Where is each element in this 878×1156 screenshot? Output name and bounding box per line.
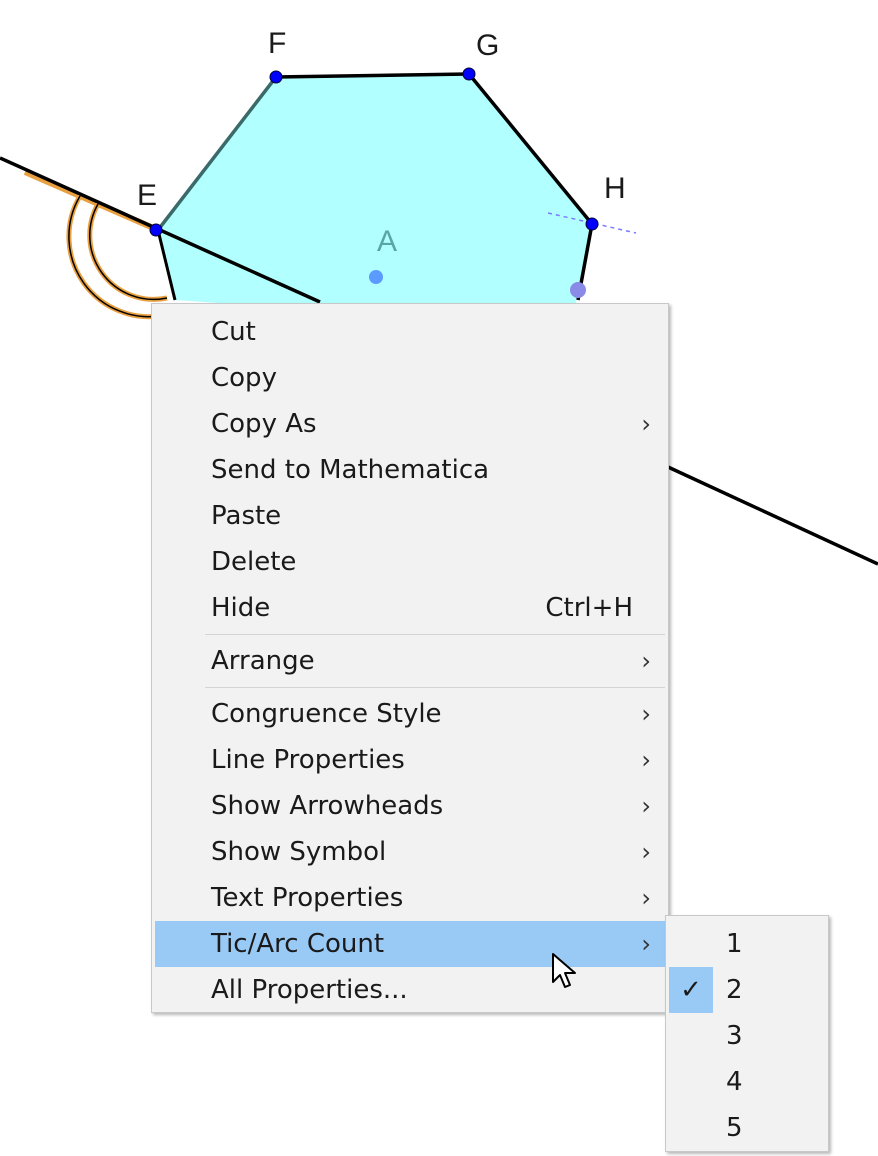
menu-item-label: Delete bbox=[211, 547, 297, 577]
label-e: E bbox=[137, 179, 157, 212]
menu-item-arrange[interactable]: Arrange › bbox=[155, 638, 665, 684]
vertex-partial[interactable] bbox=[570, 282, 586, 298]
menu-item-show-arrowheads[interactable]: Show Arrowheads › bbox=[155, 783, 665, 829]
menu-item-label: Tic/Arc Count bbox=[211, 929, 385, 959]
vertex-f[interactable] bbox=[269, 70, 283, 84]
tic-arc-count-submenu: 1 ✓ 2 3 4 5 bbox=[665, 915, 829, 1152]
geometry-workspace[interactable]: F G H E A Cut Copy Copy As › Send to Mat… bbox=[0, 0, 878, 1156]
menu-item-label: Line Properties bbox=[211, 745, 405, 775]
submenu-item-label: 4 bbox=[726, 1067, 743, 1097]
chevron-right-icon: › bbox=[641, 700, 651, 728]
checkmark-icon: ✓ bbox=[669, 967, 713, 1013]
chevron-right-icon: › bbox=[641, 410, 651, 438]
vertex-g[interactable] bbox=[462, 67, 476, 81]
submenu-item-label: 1 bbox=[726, 929, 743, 959]
context-menu: Cut Copy Copy As › Send to Mathematica P… bbox=[151, 303, 669, 1013]
chevron-right-icon: › bbox=[641, 930, 651, 958]
label-g: G bbox=[476, 29, 499, 62]
chevron-right-icon: › bbox=[641, 838, 651, 866]
menu-item-label: Send to Mathematica bbox=[211, 455, 490, 485]
center-point-a[interactable] bbox=[369, 270, 383, 284]
menu-item-label: All Properties... bbox=[211, 975, 408, 1005]
menu-item-paste[interactable]: Paste bbox=[155, 493, 665, 539]
menu-item-congruence-style[interactable]: Congruence Style › bbox=[155, 691, 665, 737]
menu-item-show-symbol[interactable]: Show Symbol › bbox=[155, 829, 665, 875]
chevron-right-icon: › bbox=[641, 884, 651, 912]
menu-separator bbox=[205, 634, 665, 635]
menu-item-label: Text Properties bbox=[211, 883, 404, 913]
submenu-item-label: 5 bbox=[726, 1113, 743, 1143]
line-through-e-continued[interactable] bbox=[667, 465, 878, 566]
vertex-e[interactable] bbox=[149, 223, 163, 237]
menu-item-shortcut: Ctrl+H bbox=[545, 593, 633, 623]
menu-item-label: Copy As bbox=[211, 409, 317, 439]
menu-item-label: Arrange bbox=[211, 646, 315, 676]
chevron-right-icon: › bbox=[641, 647, 651, 675]
menu-item-copy[interactable]: Copy bbox=[155, 355, 665, 401]
label-a: A bbox=[377, 225, 397, 258]
submenu-item-3[interactable]: 3 bbox=[669, 1013, 825, 1059]
menu-item-hide[interactable]: Hide Ctrl+H bbox=[155, 585, 665, 631]
menu-item-all-properties[interactable]: All Properties... bbox=[155, 967, 665, 1013]
chevron-right-icon: › bbox=[641, 792, 651, 820]
menu-item-label: Show Symbol bbox=[211, 837, 387, 867]
menu-item-label: Congruence Style bbox=[211, 699, 442, 729]
mouse-pointer-icon bbox=[552, 953, 576, 988]
menu-item-tic-arc-count[interactable]: Tic/Arc Count › bbox=[155, 921, 665, 967]
submenu-item-label: 3 bbox=[726, 1021, 743, 1051]
menu-item-label: Show Arrowheads bbox=[211, 791, 444, 821]
menu-item-text-properties[interactable]: Text Properties › bbox=[155, 875, 665, 921]
label-h: H bbox=[604, 172, 626, 205]
submenu-item-2[interactable]: ✓ 2 bbox=[669, 967, 825, 1013]
menu-separator bbox=[205, 687, 665, 688]
vertex-h[interactable] bbox=[585, 217, 599, 231]
menu-item-delete[interactable]: Delete bbox=[155, 539, 665, 585]
menu-item-label: Copy bbox=[211, 363, 277, 393]
chevron-right-icon: › bbox=[641, 746, 651, 774]
submenu-item-1[interactable]: 1 bbox=[669, 921, 825, 967]
menu-item-line-properties[interactable]: Line Properties › bbox=[155, 737, 665, 783]
menu-item-label: Paste bbox=[211, 501, 282, 531]
menu-item-label: Hide bbox=[211, 593, 271, 623]
label-f: F bbox=[268, 27, 286, 60]
submenu-item-label: 2 bbox=[726, 975, 743, 1005]
menu-item-label: Cut bbox=[211, 317, 256, 347]
submenu-item-4[interactable]: 4 bbox=[669, 1059, 825, 1105]
menu-item-send-to-mathematica[interactable]: Send to Mathematica bbox=[155, 447, 665, 493]
menu-item-copy-as[interactable]: Copy As › bbox=[155, 401, 665, 447]
submenu-item-5[interactable]: 5 bbox=[669, 1105, 825, 1151]
menu-item-cut[interactable]: Cut bbox=[155, 309, 665, 355]
